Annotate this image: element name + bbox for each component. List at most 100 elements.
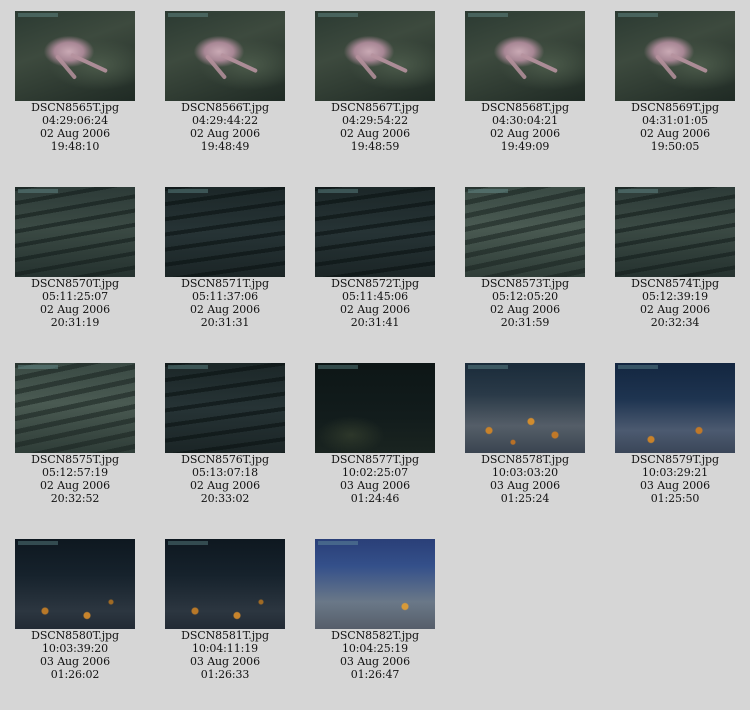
thumbnail-item: DSCN8578T.jpg 10:03:03:20 03 Aug 2006 01:25…	[450, 352, 600, 528]
thumbnail-image-link[interactable]	[615, 11, 735, 101]
thumbnail-timecode: 10:03:03:20	[491, 466, 558, 479]
thumbnail-date: 02 Aug 2006	[490, 303, 560, 316]
thumbnail-image-link[interactable]	[165, 187, 285, 277]
thumbnail-timecode: 05:12:05:20	[491, 290, 558, 303]
thumbnail-filename: DSCN8570T.jpg	[31, 277, 119, 290]
thumbnail-filename: DSCN8571T.jpg	[181, 277, 269, 290]
thumbnail-time: 20:31:41	[350, 316, 400, 329]
thumbnail-item: DSCN8572T.jpg 05:11:45:06 02 Aug 2006 20:31…	[300, 176, 450, 352]
thumbnail-image-link[interactable]	[615, 187, 735, 277]
thumbnail-image-link[interactable]	[465, 363, 585, 453]
watermark	[318, 541, 358, 545]
thumbnail-date: 02 Aug 2006	[40, 303, 110, 316]
thumbnail-time: 19:48:59	[350, 140, 400, 153]
thumbnail-caption: DSCN8582T.jpg 10:04:25:19 03 Aug 2006 01:26…	[300, 629, 450, 681]
watermark	[168, 365, 208, 369]
thumbnail-timecode: 10:03:39:20	[41, 642, 108, 655]
thumbnail-item: DSCN8576T.jpg 05:13:07:18 02 Aug 2006 20:33…	[150, 352, 300, 528]
thumbnail-time: 19:48:10	[50, 140, 100, 153]
thumbnail-filename: DSCN8580T.jpg	[31, 629, 119, 642]
thumbnail-image-link[interactable]	[465, 11, 585, 101]
thumbnail-time: 20:33:02	[200, 492, 250, 505]
thumbnail-item: DSCN8571T.jpg 05:11:37:06 02 Aug 2006 20:31…	[150, 176, 300, 352]
thumbnail-timecode: 10:03:29:21	[641, 466, 708, 479]
thumbnail-image-link[interactable]	[15, 539, 135, 629]
thumbnail-image-link[interactable]	[15, 363, 135, 453]
thumbnail-image-link[interactable]	[165, 539, 285, 629]
thumbnail-timecode: 04:29:54:22	[341, 114, 408, 127]
thumbnail-filename: DSCN8579T.jpg	[631, 453, 719, 466]
thumbnail-date: 03 Aug 2006	[340, 655, 410, 668]
thumbnail-timecode: 10:02:25:07	[341, 466, 408, 479]
watermark	[468, 365, 508, 369]
thumbnail-image-link[interactable]	[315, 187, 435, 277]
thumbnail-date: 03 Aug 2006	[340, 479, 410, 492]
thumbnail-image-link[interactable]	[315, 363, 435, 453]
thumbnail-item: DSCN8570T.jpg 05:11:25:07 02 Aug 2006 20:31…	[0, 176, 150, 352]
thumbnail-image-link[interactable]	[615, 363, 735, 453]
thumbnail-filename: DSCN8572T.jpg	[331, 277, 419, 290]
thumbnail-caption: DSCN8574T.jpg 05:12:39:19 02 Aug 2006 20:32…	[600, 277, 750, 329]
thumbnail-time: 01:26:33	[200, 668, 250, 681]
watermark	[318, 13, 358, 17]
thumbnail-caption: DSCN8573T.jpg 05:12:05:20 02 Aug 2006 20:31…	[450, 277, 600, 329]
watermark	[18, 189, 58, 193]
thumbnail-image-link[interactable]	[315, 539, 435, 629]
thumbnail-image-link[interactable]	[15, 187, 135, 277]
thumbnail-caption: DSCN8577T.jpg 10:02:25:07 03 Aug 2006 01:24…	[300, 453, 450, 505]
thumbnail-date: 02 Aug 2006	[340, 127, 410, 140]
thumbnail-timecode: 05:12:57:19	[41, 466, 108, 479]
thumbnail-caption: DSCN8581T.jpg 10:04:11:19 03 Aug 2006 01:26…	[150, 629, 300, 681]
thumbnail-timecode: 10:04:25:19	[341, 642, 408, 655]
thumbnail-filename: DSCN8566T.jpg	[181, 101, 269, 114]
thumbnail-date: 02 Aug 2006	[190, 127, 260, 140]
thumbnail-time: 19:50:05	[650, 140, 700, 153]
thumbnail-time: 20:32:34	[650, 316, 700, 329]
thumbnail-date: 02 Aug 2006	[40, 127, 110, 140]
thumbnail-timecode: 05:12:39:19	[641, 290, 708, 303]
thumbnail-timecode: 05:11:45:06	[341, 290, 408, 303]
thumbnail-caption: DSCN8565T.jpg 04:29:06:24 02 Aug 2006 19:48…	[0, 101, 150, 153]
thumbnail-filename: DSCN8568T.jpg	[481, 101, 569, 114]
thumbnail-image-link[interactable]	[315, 11, 435, 101]
watermark	[618, 365, 658, 369]
thumbnail-image-link[interactable]	[165, 363, 285, 453]
thumbnail-time: 01:25:50	[650, 492, 700, 505]
watermark	[618, 13, 658, 17]
watermark	[168, 13, 208, 17]
thumbnail-caption: DSCN8580T.jpg 10:03:39:20 03 Aug 2006 01:26…	[0, 629, 150, 681]
thumbnail-time: 01:26:02	[50, 668, 100, 681]
thumbnail-item: DSCN8568T.jpg 04:30:04:21 02 Aug 2006 19:49…	[450, 0, 600, 176]
thumbnail-caption: DSCN8578T.jpg 10:03:03:20 03 Aug 2006 01:25…	[450, 453, 600, 505]
watermark	[168, 189, 208, 193]
thumbnail-timecode: 05:11:37:06	[191, 290, 258, 303]
watermark	[18, 13, 58, 17]
thumbnail-item: DSCN8569T.jpg 04:31:01:05 02 Aug 2006 19:50…	[600, 0, 750, 176]
thumbnail-filename: DSCN8577T.jpg	[331, 453, 419, 466]
thumbnail-filename: DSCN8573T.jpg	[481, 277, 569, 290]
thumbnail-filename: DSCN8575T.jpg	[31, 453, 119, 466]
thumbnail-item: DSCN8573T.jpg 05:12:05:20 02 Aug 2006 20:31…	[450, 176, 600, 352]
thumbnail-date: 02 Aug 2006	[40, 479, 110, 492]
thumbnail-filename: DSCN8574T.jpg	[631, 277, 719, 290]
thumbnail-image-link[interactable]	[465, 187, 585, 277]
thumbnail-caption: DSCN8576T.jpg 05:13:07:18 02 Aug 2006 20:33…	[150, 453, 300, 505]
thumbnail-item: DSCN8574T.jpg 05:12:39:19 02 Aug 2006 20:32…	[600, 176, 750, 352]
thumbnail-image-link[interactable]	[165, 11, 285, 101]
thumbnail-time: 01:24:46	[350, 492, 400, 505]
thumbnail-time: 19:49:09	[500, 140, 550, 153]
watermark	[468, 13, 508, 17]
thumbnail-timecode: 04:29:06:24	[41, 114, 108, 127]
thumbnail-image-link[interactable]	[15, 11, 135, 101]
thumbnail-date: 02 Aug 2006	[190, 303, 260, 316]
thumbnail-item: DSCN8565T.jpg 04:29:06:24 02 Aug 2006 19:48…	[0, 0, 150, 176]
thumbnail-caption: DSCN8568T.jpg 04:30:04:21 02 Aug 2006 19:49…	[450, 101, 600, 153]
watermark	[468, 189, 508, 193]
thumbnail-date: 02 Aug 2006	[340, 303, 410, 316]
thumbnail-item: DSCN8577T.jpg 10:02:25:07 03 Aug 2006 01:24…	[300, 352, 450, 528]
thumbnail-gallery: DSCN8565T.jpg 04:29:06:24 02 Aug 2006 19:48…	[0, 0, 750, 710]
thumbnail-time: 01:25:24	[500, 492, 550, 505]
thumbnail-filename: DSCN8565T.jpg	[31, 101, 119, 114]
thumbnail-caption: DSCN8566T.jpg 04:29:44:22 02 Aug 2006 19:48…	[150, 101, 300, 153]
watermark	[618, 189, 658, 193]
